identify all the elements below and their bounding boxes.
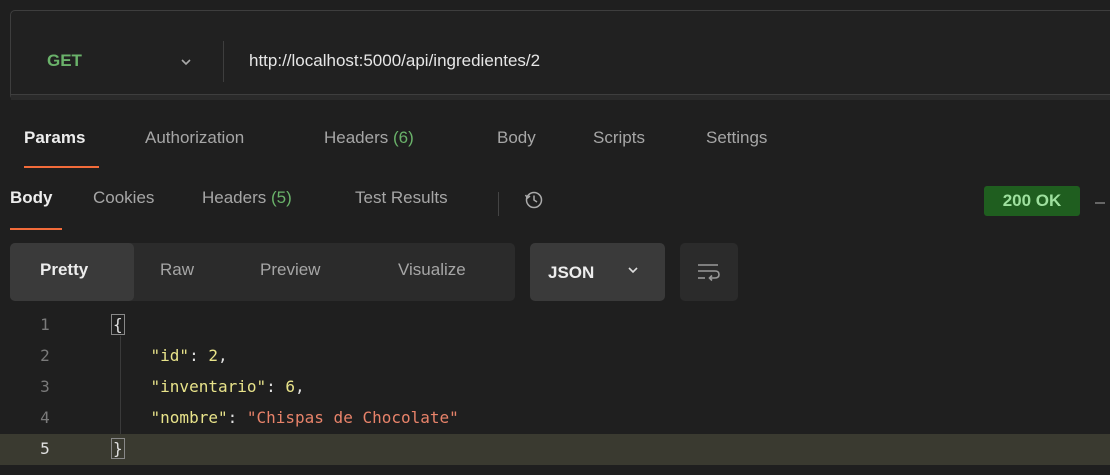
response-tabs: Body Cookies Headers (5) Test Results [0, 188, 1110, 238]
active-tab-underline [24, 166, 99, 168]
tab-response-headers[interactable]: Headers (5) [202, 188, 292, 208]
line-number: 2 [40, 346, 50, 365]
code-token: : [266, 377, 286, 396]
wrap-lines-button[interactable] [680, 243, 738, 301]
active-response-tab-underline [10, 228, 62, 230]
method-select[interactable]: GET [47, 51, 82, 71]
code-text: } [111, 438, 125, 459]
code-token: , [295, 377, 305, 396]
code-line: 4 "nombre": "Chispas de Chocolate" [0, 403, 1110, 434]
tab-settings[interactable]: Settings [706, 128, 767, 148]
wrap-lines-icon [698, 264, 720, 282]
format-select[interactable]: JSON [530, 243, 665, 301]
request-url-bar [10, 10, 1110, 100]
url-input[interactable]: http://localhost:5000/api/ingredientes/2 [249, 51, 540, 71]
tab-headers[interactable]: Headers (6) [324, 128, 414, 148]
tab-response-body[interactable]: Body [10, 188, 53, 208]
tab-params[interactable]: Params [24, 128, 85, 148]
code-token: "inventario" [150, 377, 267, 396]
code-token: : [189, 346, 209, 365]
tab-test-results[interactable]: Test Results [355, 188, 448, 208]
view-mode-raw[interactable]: Raw [160, 260, 194, 280]
line-number: 3 [40, 377, 50, 396]
code-line: 5} [0, 434, 1110, 465]
url-divider [223, 41, 224, 82]
chevron-down-icon [628, 267, 638, 274]
tab-body[interactable]: Body [497, 128, 536, 148]
code-token: "nombre" [150, 408, 228, 427]
code-text: "inventario": 6, [112, 377, 305, 396]
line-number: 1 [40, 315, 50, 334]
code-line: 1{ [0, 310, 1110, 341]
tab-authorization[interactable]: Authorization [145, 128, 244, 148]
status-more-dash [1095, 202, 1105, 204]
chevron-down-icon[interactable] [179, 55, 193, 69]
tab-cookies[interactable]: Cookies [93, 188, 154, 208]
status-badge: 200 OK [984, 186, 1080, 216]
tab-scripts[interactable]: Scripts [593, 128, 645, 148]
view-mode-visualize[interactable]: Visualize [398, 260, 466, 280]
line-number: 4 [40, 408, 50, 427]
view-mode-switch: Pretty Raw Preview Visualize [10, 243, 515, 301]
url-bar-bottom-strip [11, 94, 1110, 100]
code-text: { [111, 314, 125, 335]
code-text: "nombre": "Chispas de Chocolate" [112, 408, 459, 427]
format-label: JSON [548, 263, 595, 282]
code-token: "id" [150, 346, 190, 365]
line-number: 5 [40, 439, 50, 458]
code-text: "id": 2, [112, 346, 228, 365]
history-icon[interactable] [523, 189, 545, 211]
code-token: { [111, 314, 125, 335]
code-token: "Chispas de Chocolate" [246, 408, 459, 427]
code-token: } [111, 438, 125, 459]
code-token: 2 [208, 346, 218, 365]
code-line: 2 "id": 2, [0, 341, 1110, 372]
view-mode-pretty[interactable]: Pretty [40, 260, 88, 280]
response-body-code: 1{2 "id": 2, 3 "inventario": 6, 4 "nombre"… [0, 310, 1110, 475]
view-mode-preview[interactable]: Preview [260, 260, 320, 280]
code-line: 3 "inventario": 6, [0, 372, 1110, 403]
response-tabs-divider [498, 192, 499, 216]
code-token: 6 [285, 377, 296, 396]
request-tabs: Params Authorization Headers (6) Body Sc… [0, 128, 1110, 168]
code-token: : [227, 408, 247, 427]
code-token: , [217, 346, 228, 365]
